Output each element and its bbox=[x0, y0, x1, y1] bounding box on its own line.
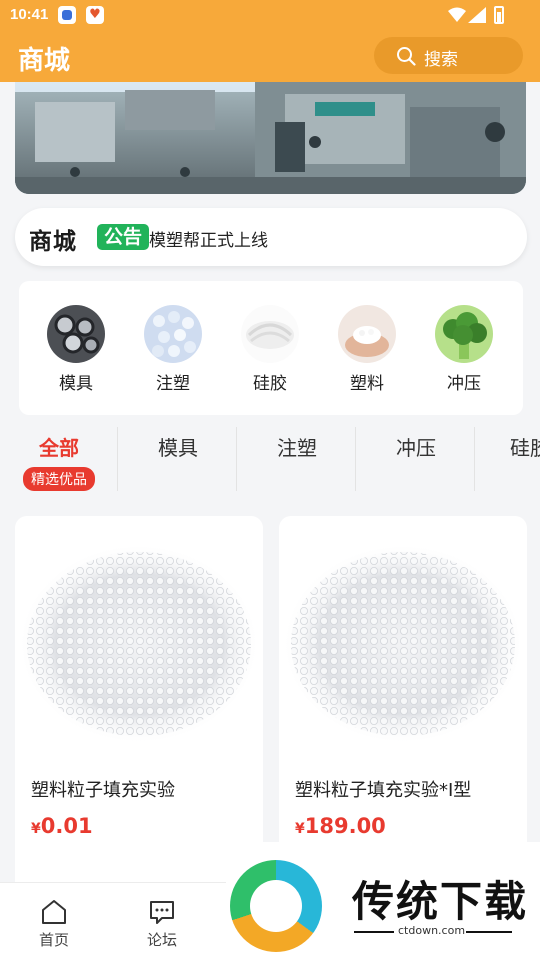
tab-label: 模具 bbox=[158, 436, 198, 460]
announcement-bar[interactable]: 商城 公告 模塑帮正式上线 bbox=[15, 208, 527, 266]
watermark-divider bbox=[354, 931, 394, 933]
status-time: 10:41 bbox=[10, 6, 49, 23]
tab-injection[interactable]: 注塑 bbox=[238, 425, 356, 491]
tab-label: 冲压 bbox=[396, 436, 436, 460]
product-pellets-image bbox=[279, 526, 527, 766]
silicone-sheet-image bbox=[241, 305, 299, 363]
search-button[interactable]: 搜索 bbox=[374, 37, 523, 74]
tab-stamping[interactable]: 冲压 bbox=[357, 425, 475, 491]
banner-image[interactable] bbox=[15, 82, 526, 194]
category-label: 硅胶 bbox=[253, 374, 287, 394]
category-label: 塑料 bbox=[350, 374, 384, 394]
site-watermark: 传统下载 ctdown.com bbox=[226, 842, 540, 960]
broccoli-image bbox=[435, 305, 493, 363]
product-name: 塑料粒子填充实验*I型 bbox=[295, 780, 472, 801]
tab-divider bbox=[236, 427, 237, 491]
category-label: 冲压 bbox=[447, 374, 481, 394]
announcement-message: 模塑帮正式上线 bbox=[149, 231, 268, 251]
announcement-badge: 公告 bbox=[97, 224, 150, 250]
tab-divider bbox=[117, 427, 118, 491]
plastic-pellets-image bbox=[144, 305, 202, 363]
tab-label: 注塑 bbox=[277, 436, 317, 460]
tab-silicone[interactable]: 硅胶 bbox=[476, 425, 540, 491]
tab-label: 全部 bbox=[39, 436, 79, 460]
battery-icon bbox=[494, 6, 504, 24]
category-item-mold[interactable]: 模具 bbox=[41, 305, 111, 394]
price-currency: ¥ bbox=[295, 821, 305, 837]
filter-tabs: 全部 精选优品 模具 注塑 冲压 硅胶 bbox=[0, 425, 540, 495]
home-icon bbox=[42, 900, 66, 924]
nav-label: 首页 bbox=[38, 931, 69, 949]
nav-label: 论坛 bbox=[146, 931, 177, 949]
wifi-icon bbox=[448, 7, 466, 22]
tab-divider bbox=[474, 427, 475, 491]
heart-app-notification-icon: ♥ bbox=[86, 6, 104, 24]
tab-sub-badge: 精选优品 bbox=[23, 467, 95, 491]
product-card[interactable]: 塑料粒子填充实验*I型 ¥189.00 bbox=[279, 516, 527, 896]
watermark-url: ctdown.com bbox=[398, 924, 466, 937]
search-label: 搜索 bbox=[424, 50, 458, 70]
search-icon bbox=[397, 47, 416, 66]
category-label: 模具 bbox=[59, 374, 93, 394]
product-price: ¥189.00 bbox=[295, 814, 386, 838]
app-notification-icon bbox=[58, 6, 76, 24]
product-price: ¥0.01 bbox=[31, 814, 93, 838]
status-bar: 10:41 ♥ bbox=[0, 0, 540, 32]
price-value: 189.00 bbox=[304, 814, 386, 838]
page-title: 商城 bbox=[18, 46, 71, 76]
product-pellets-image bbox=[15, 526, 263, 766]
category-item-silicone[interactable]: 硅胶 bbox=[235, 305, 305, 394]
mold-machinery-image bbox=[15, 82, 526, 194]
announcement-brand: 商城 bbox=[29, 229, 77, 255]
tab-label: 硅胶 bbox=[510, 436, 540, 460]
product-name: 塑料粒子填充实验 bbox=[31, 780, 175, 801]
forum-icon bbox=[150, 901, 174, 924]
category-grid: 模具 注塑 硅胶 塑料 冲压 bbox=[19, 281, 523, 415]
category-item-injection[interactable]: 注塑 bbox=[138, 305, 208, 394]
tab-divider bbox=[355, 427, 356, 491]
nav-item-forum[interactable]: 论坛 bbox=[132, 899, 192, 950]
price-currency: ¥ bbox=[31, 821, 41, 837]
hand-pellets-image bbox=[338, 305, 396, 363]
app-header: 10:41 ♥ 商城 搜索 bbox=[0, 0, 540, 82]
tab-mold[interactable]: 模具 bbox=[119, 425, 237, 491]
watermark-divider bbox=[466, 931, 512, 933]
mold-pipes-image bbox=[47, 305, 105, 363]
category-item-plastic[interactable]: 塑料 bbox=[332, 305, 402, 394]
category-label: 注塑 bbox=[156, 374, 190, 394]
product-card[interactable]: 塑料粒子填充实验 ¥0.01 bbox=[15, 516, 263, 896]
nav-item-home[interactable]: 首页 bbox=[24, 899, 84, 950]
watermark-text: 传统下载 bbox=[352, 877, 529, 926]
watermark-logo-icon bbox=[230, 860, 322, 952]
category-item-stamping[interactable]: 冲压 bbox=[429, 305, 499, 394]
tab-all[interactable]: 全部 精选优品 bbox=[0, 425, 118, 491]
price-value: 0.01 bbox=[40, 814, 93, 838]
signal-icon bbox=[468, 7, 486, 23]
